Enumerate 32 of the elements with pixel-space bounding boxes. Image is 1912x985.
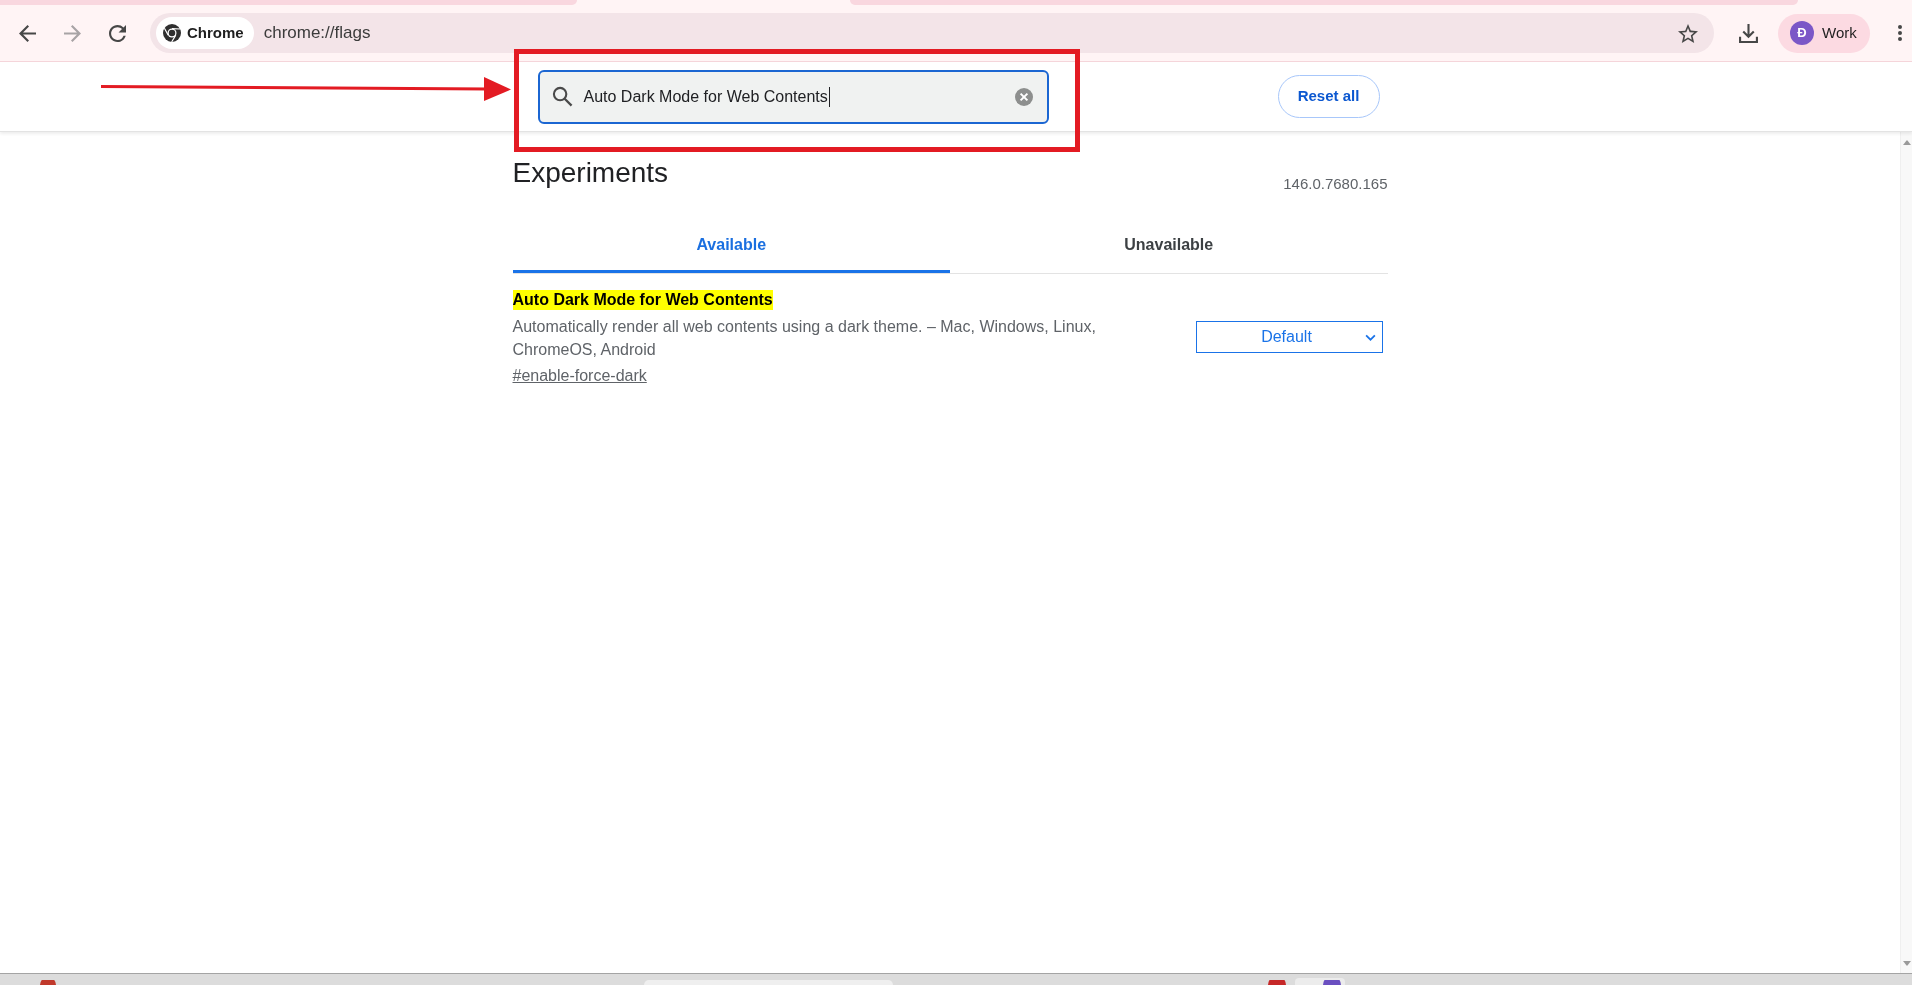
app-icon[interactable]	[1268, 980, 1286, 985]
download-icon[interactable]	[1738, 23, 1758, 43]
url-text: chrome://flags	[263, 22, 371, 45]
flag-description: Automatically render all web contents using a dark theme. – Mac, Windows, Linux, ChromeOS, Android	[512, 317, 1097, 360]
address-bar[interactable]: Chrome chrome://flags	[150, 13, 1714, 53]
version-text: 146.0.7680.165	[1283, 175, 1388, 192]
taskbar-app-button[interactable]	[1295, 978, 1345, 985]
app-icon[interactable]	[40, 980, 56, 985]
flag-state-dropdown[interactable]: Default	[1195, 321, 1383, 353]
scroll-down-icon[interactable]	[1902, 961, 1911, 966]
site-chip[interactable]: Chrome	[156, 17, 254, 49]
chevron-down-icon	[1364, 333, 1376, 341]
page-title: Experiments	[512, 156, 669, 190]
search-field[interactable]: Auto Dark Mode for Web Contents	[537, 69, 1049, 124]
scroll-up-icon[interactable]	[1902, 140, 1911, 145]
reload-icon[interactable]	[108, 24, 126, 42]
profile-button[interactable]: Đ Work	[1778, 13, 1870, 53]
tab[interactable]: Available	[512, 223, 950, 273]
back-arrow-icon[interactable]	[18, 24, 36, 42]
bookmark-star-icon[interactable]	[1678, 23, 1698, 43]
app-icon[interactable]	[1323, 980, 1341, 985]
search-icon	[551, 86, 573, 107]
scrollbar[interactable]	[1900, 132, 1912, 973]
text-cursor-icon	[828, 86, 830, 107]
flag-title: Auto Dark Mode for Web Contents	[512, 290, 773, 310]
logo-icon	[163, 24, 181, 42]
profile-avatar: Đ	[1790, 21, 1814, 45]
tab[interactable]: Unavailable	[950, 223, 1388, 273]
reset-all-button[interactable]: Reset all	[1277, 75, 1380, 118]
clear-icon[interactable]	[1014, 87, 1033, 106]
menu-icon[interactable]	[1898, 25, 1902, 41]
flag-link[interactable]: #enable-force-dark	[512, 365, 647, 387]
